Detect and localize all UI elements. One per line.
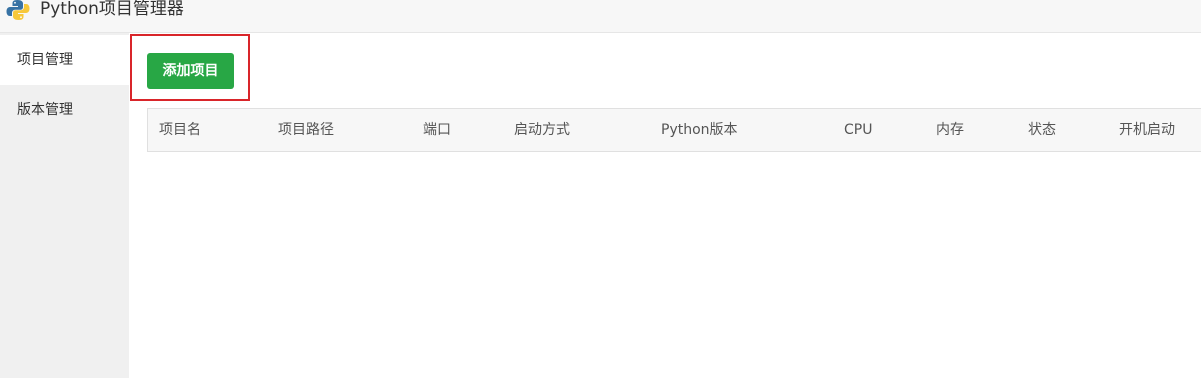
main-content bbox=[129, 33, 1201, 378]
column-header-status[interactable]: 状态 bbox=[1028, 109, 1056, 151]
python-logo-icon bbox=[6, 0, 30, 20]
column-header-start-method[interactable]: 启动方式 bbox=[514, 109, 570, 151]
sidebar-item-label: 项目管理 bbox=[17, 52, 73, 68]
column-header-cpu[interactable]: CPU bbox=[844, 109, 872, 151]
add-project-button[interactable]: 添加项目 bbox=[147, 53, 234, 89]
column-header-project-name[interactable]: 项目名 bbox=[159, 109, 201, 151]
column-header-memory[interactable]: 内存 bbox=[936, 109, 964, 151]
column-header-project-path[interactable]: 项目路径 bbox=[278, 109, 334, 151]
sidebar-item-project-management[interactable]: 项目管理 bbox=[0, 35, 129, 85]
sidebar: 项目管理 版本管理 bbox=[0, 33, 129, 378]
column-header-port[interactable]: 端口 bbox=[423, 109, 451, 151]
app-title: Python项目管理器 bbox=[40, 0, 184, 19]
column-header-autostart[interactable]: 开机启动 bbox=[1119, 109, 1175, 151]
sidebar-item-version-management[interactable]: 版本管理 bbox=[0, 85, 129, 135]
table-header: 项目名 项目路径 端口 启动方式 Python版本 CPU 内存 状态 开机启动 bbox=[147, 108, 1201, 152]
column-header-python-version[interactable]: Python版本 bbox=[661, 109, 738, 151]
title-bar: Python项目管理器 bbox=[0, 0, 1201, 33]
sidebar-item-label: 版本管理 bbox=[17, 102, 73, 118]
